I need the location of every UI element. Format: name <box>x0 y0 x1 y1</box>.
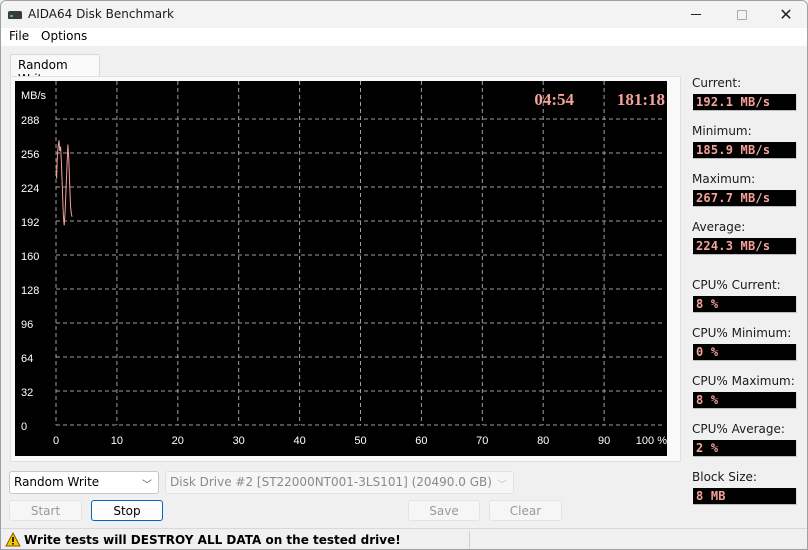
y-tick-label: 288 <box>21 115 39 127</box>
stat-value-box: 2 % <box>693 440 797 457</box>
x-tick-label: 90 <box>598 435 610 447</box>
x-tick-label: 60 <box>415 435 427 447</box>
stat-value: 224.3 MB/s <box>696 239 771 253</box>
x-tick-label: 0 <box>53 435 59 447</box>
test-type-select[interactable]: Random Write ﹀ <box>9 471 159 494</box>
y-tick-label: 64 <box>21 353 33 365</box>
title-bar: AIDA64 Disk Benchmark ✕ <box>1 1 807 28</box>
stat-label: CPU% Average: <box>692 422 785 436</box>
x-tick-label: 20 <box>172 435 184 447</box>
x-tick-label: 30 <box>233 435 245 447</box>
stat-label: Average: <box>692 220 746 234</box>
drive-select[interactable]: Disk Drive #2 [ST22000NT001-3LS101] (204… <box>165 471 514 494</box>
stat-value: 185.9 MB/s <box>696 143 771 157</box>
status-bar: Write tests will DESTROY ALL DATA on the… <box>1 528 807 549</box>
stat-value: 8 % <box>696 393 719 407</box>
chart-svg: 0 32 64 96 128 160 192 224 256 288 0 10 20 30 40 50 60 70… <box>21 81 667 447</box>
window-title: AIDA64 Disk Benchmark <box>28 7 175 21</box>
disk-drive-icon <box>8 11 22 19</box>
stat-value-box: 0 % <box>693 344 797 361</box>
y-tick-label: 128 <box>21 285 39 297</box>
x-tick-label: 100 % <box>636 435 667 447</box>
y-axis-label: MB/s <box>21 90 47 102</box>
start-button[interactable]: Start <box>9 500 82 521</box>
drive-value: Disk Drive #2 [ST22000NT001-3LS101] (204… <box>170 475 492 489</box>
status-message: Write tests will DESTROY ALL DATA on the… <box>24 533 401 547</box>
stat-value-box: 8 MB <box>693 488 797 505</box>
x-tick-label: 80 <box>537 435 549 447</box>
stat-value-box: 185.9 MB/s <box>693 142 797 159</box>
y-tick-label: 256 <box>21 149 39 161</box>
stat-value: 8 % <box>696 297 719 311</box>
y-tick-label: 0 <box>21 421 27 433</box>
y-tick-label: 96 <box>21 319 33 331</box>
stat-value-box: 8 % <box>693 296 797 313</box>
benchmark-chart: 0 32 64 96 128 160 192 224 256 288 0 10 20 30 40 50 60 70… <box>15 81 667 456</box>
elapsed-time: 04:54 <box>534 90 574 109</box>
stat-value-box: 267.7 MB/s <box>693 190 797 207</box>
save-button[interactable]: Save <box>408 500 480 521</box>
menu-options[interactable]: Options <box>41 29 87 43</box>
status-separator <box>469 531 470 549</box>
menu-file[interactable]: File <box>9 29 29 43</box>
stat-label: CPU% Minimum: <box>692 326 792 340</box>
clear-button[interactable]: Clear <box>489 500 562 521</box>
stat-label: Current: <box>692 76 742 90</box>
stat-label: CPU% Maximum: <box>692 374 795 388</box>
stat-value: 267.7 MB/s <box>696 191 771 205</box>
y-tick-label: 160 <box>21 251 39 263</box>
test-type-value: Random Write <box>14 475 100 489</box>
stat-value-box: 192.1 MB/s <box>693 94 797 111</box>
stat-value-box: 8 % <box>693 392 797 409</box>
stat-value-box: 224.3 MB/s <box>693 238 797 255</box>
minimize-button[interactable] <box>673 1 719 28</box>
warning-icon <box>5 532 21 547</box>
y-tick-label: 192 <box>21 217 39 229</box>
close-button[interactable]: ✕ <box>763 1 807 28</box>
stop-button[interactable]: Stop <box>91 500 163 521</box>
stat-label: Maximum: <box>692 172 756 186</box>
x-tick-label: 40 <box>293 435 305 447</box>
chevron-down-icon: ﹀ <box>497 480 507 491</box>
remaining-time: 181:18 <box>617 90 665 109</box>
minimize-icon <box>691 14 701 15</box>
x-tick-label: 50 <box>354 435 366 447</box>
menu-bar: File Options <box>1 28 807 46</box>
stat-value: 8 MB <box>696 489 726 503</box>
x-tick-label: 70 <box>476 435 488 447</box>
x-tick-label: 10 <box>111 435 123 447</box>
stat-label: Minimum: <box>692 124 752 138</box>
maximize-icon <box>737 9 747 20</box>
stat-value: 0 % <box>696 345 719 359</box>
tab-random-write[interactable]: Random Write <box>10 54 100 86</box>
maximize-button[interactable] <box>719 1 765 28</box>
stat-label: CPU% Current: <box>692 278 781 292</box>
y-tick-label: 224 <box>21 183 39 195</box>
app-window: AIDA64 Disk Benchmark ✕ File Options Ran… <box>0 0 808 550</box>
chevron-down-icon: ﹀ <box>142 480 152 491</box>
close-icon: ✕ <box>779 4 793 24</box>
y-tick-label: 32 <box>21 387 33 399</box>
stat-value: 192.1 MB/s <box>696 95 771 109</box>
stat-value: 2 % <box>696 441 719 455</box>
stat-label: Block Size: <box>692 470 757 484</box>
